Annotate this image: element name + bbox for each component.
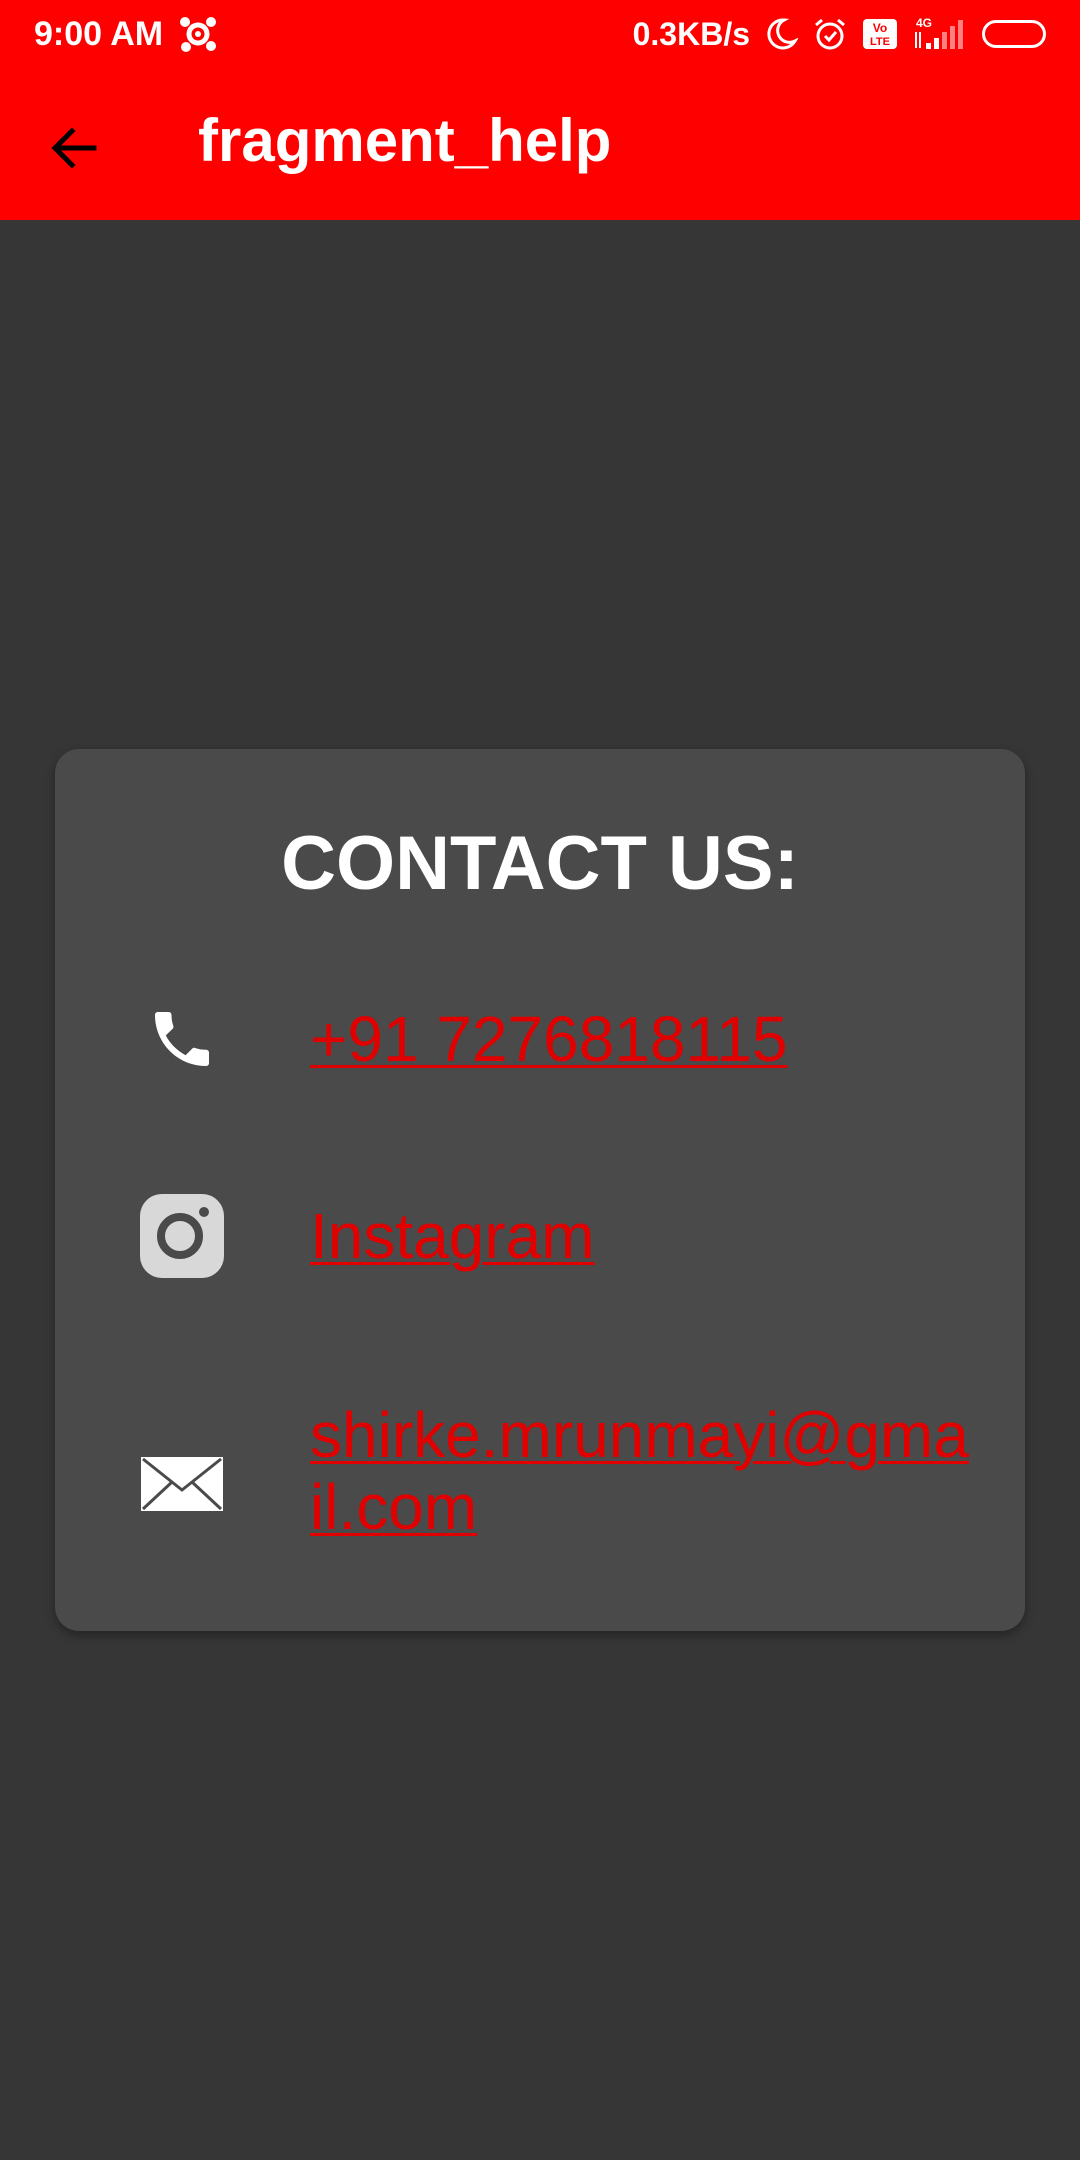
status-time: 9:00 AM <box>34 15 164 53</box>
mail-icon <box>138 1440 226 1528</box>
contact-heading: CONTACT US: <box>281 821 799 906</box>
page-title: fragment_help <box>198 107 612 174</box>
volte-line2: LTE <box>870 36 890 48</box>
moon-icon <box>767 18 798 50</box>
app-notification-icon <box>178 14 218 54</box>
phone-link[interactable]: +91 7276818115 <box>310 1003 788 1075</box>
status-indicators: 0.3KB/s Vo LTE 4G 56 <box>633 12 1046 56</box>
battery-level: 56 <box>1002 23 1026 45</box>
contact-card: CONTACT US: +91 7276818115 Instagram shi… <box>55 749 1025 1631</box>
network-speed: 0.3KB/s <box>632 16 750 52</box>
contact-row-instagram: Instagram <box>138 1192 978 1280</box>
phone-icon <box>138 995 226 1083</box>
instagram-link[interactable]: Instagram <box>310 1200 595 1272</box>
status-bar: 9:00 AM 0.3KB/s Vo LTE 4G 56 <box>0 0 1080 68</box>
back-button[interactable] <box>36 110 112 186</box>
alarm-icon <box>815 18 845 50</box>
battery-icon: 56 <box>982 20 1046 48</box>
app-bar: fragment_help <box>0 68 1080 220</box>
contact-row-phone: +91 7276818115 <box>138 995 978 1083</box>
contact-row-email: shirke.mrunmayi@gmail.com <box>138 1399 978 1559</box>
email-link[interactable]: shirke.mrunmayi@gmail.com <box>310 1399 970 1543</box>
signal-icon: 4G <box>915 16 963 49</box>
volte-line1: Vo <box>873 21 887 35</box>
arrow-back-icon <box>51 127 97 169</box>
instagram-icon <box>138 1192 226 1280</box>
volte-icon: Vo LTE <box>863 19 897 49</box>
network-type: 4G <box>916 16 932 30</box>
